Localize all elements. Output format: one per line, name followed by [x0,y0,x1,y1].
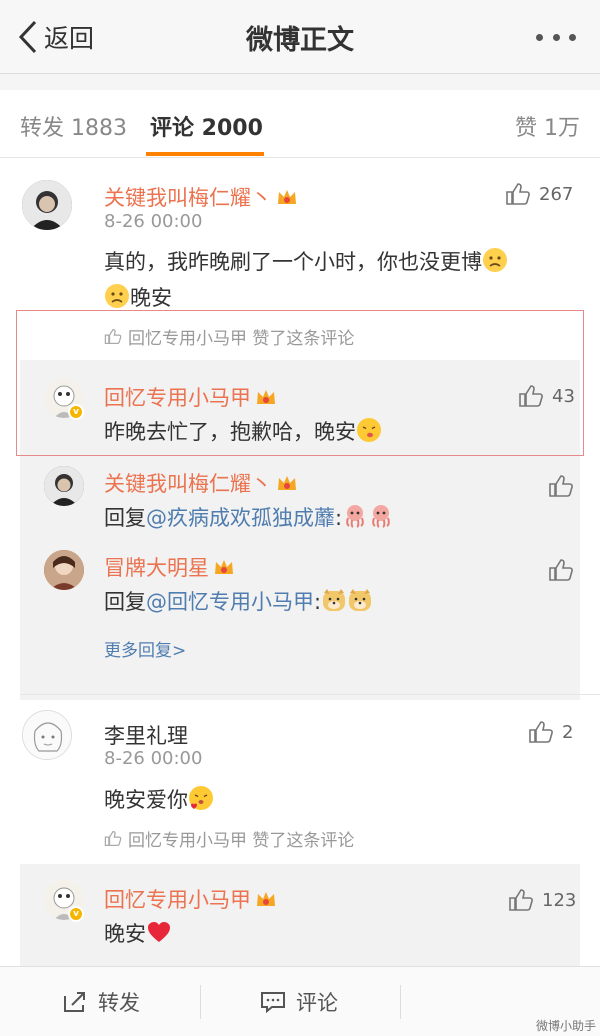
tab-comments[interactable]: 评论 2000 [150,110,263,142]
comment-username[interactable]: 关键我叫梅仁耀丶 [104,182,298,212]
thumbs-up-icon [104,830,122,847]
comment-text-part: 晚安 [130,286,172,310]
like-button[interactable]: 123 [508,888,576,912]
comment-text: 晚安爱你 [104,782,214,818]
octopus-emoji-icon [372,505,390,528]
reply-username[interactable]: 冒牌大明星 [104,552,235,582]
more-replies-link[interactable]: 更多回复> [104,636,186,661]
avatar[interactable] [22,710,72,760]
like-button[interactable] [548,558,574,582]
username-text[interactable]: 关键我叫梅仁耀丶 [104,472,272,496]
divider [400,985,401,1019]
like-button[interactable]: 2 [528,720,573,744]
verified-badge-icon: v [68,906,84,922]
crown-badge-icon [278,190,296,204]
crown-badge-icon [257,390,275,404]
comment-text-part: 真的，我昨晚刷了一个小时，你也没更博 [104,250,482,274]
reply-text: 回复@疚病成欢孤独成蘼: [104,500,394,536]
username-text[interactable]: 回忆专用小马甲 [104,888,251,912]
kiss-face-emoji-icon [357,418,381,442]
kiss-heart-emoji-icon [189,786,213,810]
thumbs-up-icon [519,385,543,407]
doge-emoji-icon [323,589,346,611]
like-button[interactable]: 43 [518,384,575,408]
reply-colon: : [335,506,343,530]
dot-icon [536,33,543,41]
comment-label: 评论 [296,991,338,1015]
dot-icon [552,33,560,41]
avatar[interactable] [22,180,72,230]
thumbs-up-icon [549,559,573,581]
comment-time: 8-26 00:00 [104,211,203,232]
mention-link[interactable]: @回忆专用小马甲 [146,590,314,614]
tab-likes[interactable]: 赞 1万 [515,110,580,142]
doge-emoji-icon [349,589,372,611]
sad-face-emoji-icon [105,284,129,308]
crown-badge-icon [257,892,275,906]
liked-by-note: 回忆专用小马甲 赞了这条评论 [104,826,354,851]
thumbs-up-icon [529,721,553,743]
reply-text: 晚安 [104,916,172,952]
tab-active-indicator [146,152,264,156]
comment-time: 8-26 00:00 [104,748,203,769]
reply-username[interactable]: 回忆专用小马甲 [104,884,277,914]
thumbs-up-icon [104,328,122,345]
like-count: 43 [552,385,575,407]
divider [200,985,201,1019]
bottom-toolbar: 转发 评论 微博小助手 [0,966,600,1036]
divider [20,694,600,695]
like-button[interactable]: 267 [505,182,573,206]
thumbs-up-icon [506,183,530,205]
red-heart-icon [148,922,170,942]
crown-badge-icon [215,560,233,574]
reply-username[interactable]: 回忆专用小马甲 [104,382,277,412]
thumbs-up-icon [509,889,533,911]
tab-repost[interactable]: 转发 1883 [20,110,127,142]
like-count: 123 [542,889,577,911]
reply-text: 昨晚去忙了，抱歉哈，晚安 [104,414,382,450]
share-arrow-icon [64,992,85,1012]
username-text[interactable]: 关键我叫梅仁耀丶 [104,186,272,210]
octopus-emoji-icon [346,505,364,528]
username-text[interactable]: 回忆专用小马甲 [104,386,251,410]
page-title: 微博正文 [246,25,354,56]
crown-badge-icon [278,476,296,490]
reply-text-part: 昨晚去忙了，抱歉哈，晚安 [104,420,356,444]
avatar[interactable] [44,550,84,590]
watermark: 微博小助手 [535,1019,596,1033]
comment-text: 真的，我昨晚刷了一个小时，你也没更博晚安 [104,244,574,316]
liked-by-text: 回忆专用小马甲 赞了这条评论 [128,831,355,851]
username-text[interactable]: 冒牌大明星 [104,556,209,580]
comment-bubble-icon [261,992,285,1014]
more-options-button[interactable] [536,22,576,52]
repost-label: 转发 [98,991,140,1015]
like-button[interactable] [548,474,574,498]
nav-bar: 返回 微博正文 [0,0,600,74]
thumbs-up-icon [549,475,573,497]
comment-username[interactable]: 李里礼理 [104,720,188,750]
reply-text-part: 晚安 [104,922,146,946]
comment-list[interactable]: 关键我叫梅仁耀丶 8-26 00:00 267 真的，我昨晚刷了一个小时，你也没… [0,158,600,966]
reply-prefix: 回复 [104,506,146,530]
tab-bar: 转发 1883 评论 2000 赞 1万 [0,90,600,158]
verified-badge-icon: v [68,404,84,420]
mention-link[interactable]: @疚病成欢孤独成蘼 [146,506,335,530]
comment-text-part: 晚安爱你 [104,788,188,812]
comment-button[interactable]: 评论 [260,987,338,1017]
like-count: 2 [562,721,574,743]
reply-username[interactable]: 关键我叫梅仁耀丶 [104,468,298,498]
reply-colon: : [314,590,322,614]
reply-prefix: 回复 [104,590,146,614]
dot-icon [569,33,576,41]
like-count: 267 [539,183,574,205]
avatar[interactable] [44,466,84,506]
liked-by-note: 回忆专用小马甲 赞了这条评论 [104,324,354,349]
repost-button[interactable]: 转发 [62,987,140,1017]
liked-by-text: 回忆专用小马甲 赞了这条评论 [128,329,355,349]
sad-face-emoji-icon [483,248,507,272]
reply-text: 回复@回忆专用小马甲: [104,584,373,620]
